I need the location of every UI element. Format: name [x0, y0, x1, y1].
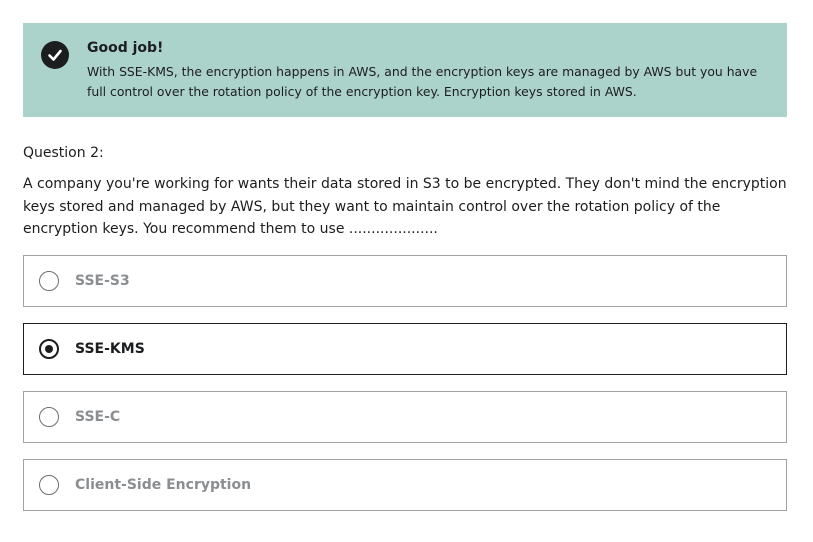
- answer-option-label: SSE-KMS: [75, 341, 145, 357]
- radio-selected-dot: [45, 345, 53, 353]
- answer-option-label: SSE-S3: [75, 273, 130, 289]
- answer-option-sse-c[interactable]: SSE-C: [23, 391, 787, 443]
- radio-button[interactable]: [39, 475, 59, 495]
- question-prompt: A company you're working for wants their…: [23, 176, 787, 237]
- question-number: Question 2:: [23, 145, 104, 161]
- answer-option-sse-kms[interactable]: SSE-KMS: [23, 323, 787, 375]
- check-circle-icon: [41, 41, 69, 69]
- radio-button[interactable]: [39, 271, 59, 291]
- radio-button[interactable]: [39, 407, 59, 427]
- answer-option-client-side-encryption[interactable]: Client-Side Encryption: [23, 459, 787, 511]
- answer-option-label: SSE-C: [75, 409, 121, 425]
- feedback-title: Good job!: [87, 40, 164, 56]
- radio-button-selected[interactable]: [39, 339, 59, 359]
- answer-option-sse-s3[interactable]: SSE-S3: [23, 255, 787, 307]
- feedback-banner: Good job! With SSE-KMS, the encryption h…: [23, 23, 787, 117]
- feedback-explanation: With SSE-KMS, the encryption happens in …: [87, 64, 758, 99]
- answer-option-label: Client-Side Encryption: [75, 477, 252, 493]
